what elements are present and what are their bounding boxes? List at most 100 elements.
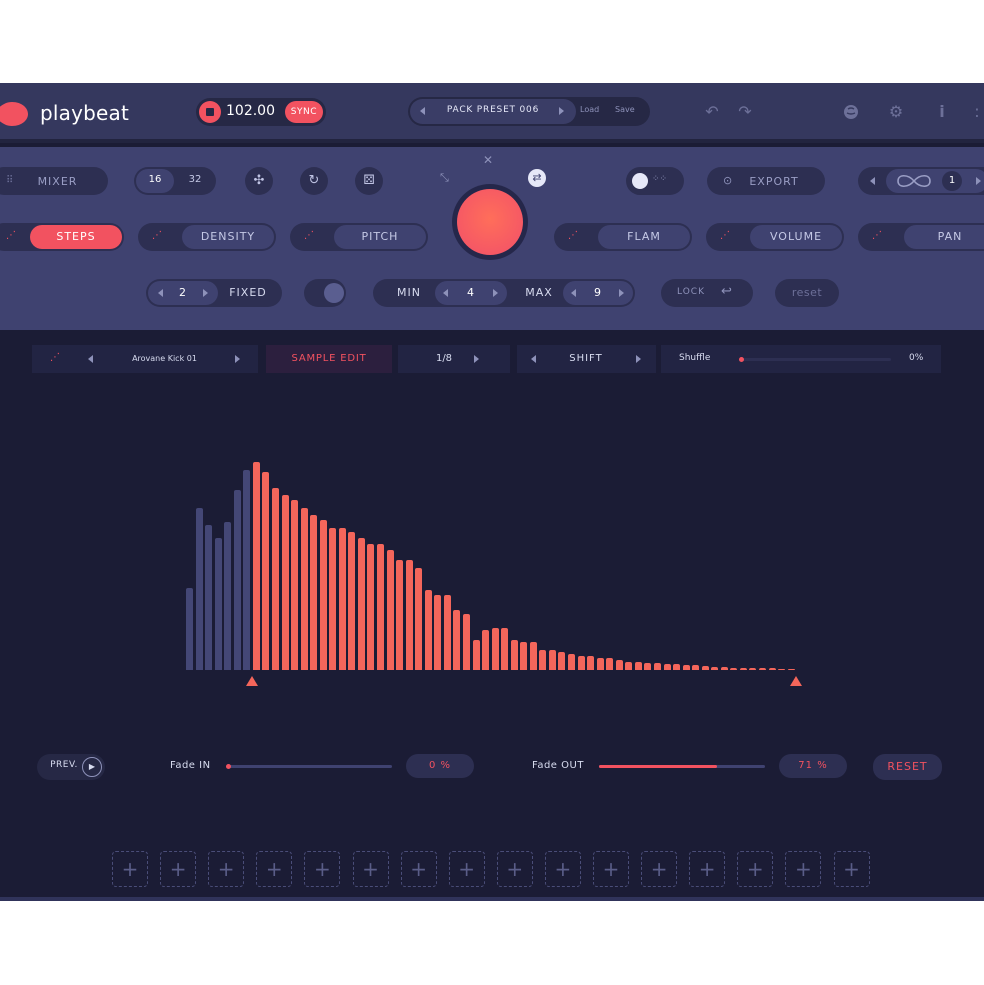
sample-slot[interactable]: + [544, 851, 581, 887]
steps-32-button[interactable]: 32 [176, 174, 214, 185]
fixed-dec-icon[interactable] [158, 289, 163, 297]
preview-button[interactable]: PREV. ▶ [37, 754, 105, 780]
shuffle-slider[interactable] [739, 357, 891, 362]
loop-count[interactable]: 1 [942, 171, 962, 191]
sample-slot[interactable]: + [737, 851, 774, 887]
fade-in-value[interactable]: 0 % [406, 754, 474, 778]
end-marker[interactable] [790, 676, 802, 686]
more-icon[interactable]: : [968, 103, 984, 121]
fixed-value[interactable]: 2 [168, 286, 198, 299]
division-selector[interactable]: 1/8 [398, 345, 510, 373]
export-button[interactable]: ⊙ EXPORT [707, 167, 825, 195]
dots-toggle[interactable]: ⁘⁘ [626, 167, 684, 195]
sample-slot[interactable]: + [400, 851, 437, 887]
param-steps[interactable]: ⋰ STEPS [0, 223, 124, 251]
info-icon[interactable]: i [933, 103, 951, 121]
start-marker[interactable] [246, 676, 258, 686]
sample-name[interactable]: Arovane Kick 01 [102, 354, 227, 363]
param-density[interactable]: ⋰ DENSITY [138, 223, 276, 251]
sample-slot[interactable]: + [448, 851, 485, 887]
top-bar: playbeat 102.00 SYNC PACK PRESET 006 Loa… [0, 83, 984, 143]
fixed-inc-icon[interactable] [203, 289, 208, 297]
waveform-bar-active [291, 500, 299, 670]
undo-icon[interactable]: ↶ [703, 103, 721, 121]
min-inc-icon[interactable] [493, 289, 498, 297]
sample-prev-icon[interactable] [88, 355, 93, 363]
param-pitch[interactable]: ⋰ PITCH [290, 223, 428, 251]
sync-button[interactable]: SYNC [284, 101, 323, 123]
mixer-button[interactable]: ⠿ MIXER [0, 167, 108, 195]
max-dec-icon[interactable] [571, 289, 576, 297]
shrink-icon[interactable]: ⤡ [440, 171, 449, 185]
sample-next-icon[interactable] [235, 355, 240, 363]
waveform-bar-dim [205, 525, 213, 670]
fixed-label[interactable]: FIXED [222, 286, 274, 299]
density-fill: DENSITY [182, 225, 274, 249]
param-volume[interactable]: ⋰ VOLUME [706, 223, 844, 251]
loop-prev-icon[interactable] [870, 177, 875, 185]
sample-slot[interactable]: + [304, 851, 341, 887]
minmax-toggle[interactable] [304, 279, 346, 307]
refresh-icon[interactable]: ↻ [300, 167, 328, 195]
pattern-icon[interactable]: ✣ [245, 167, 273, 195]
shift-right-icon[interactable] [636, 355, 641, 363]
fade-in-slider[interactable] [226, 764, 392, 769]
fade-out-label: Fade OUT [532, 760, 584, 771]
stop-button[interactable] [199, 101, 221, 123]
sample-slot[interactable]: + [112, 851, 148, 887]
reset-steps-label: reset [791, 286, 823, 299]
brain-icon[interactable] [842, 103, 860, 121]
preset-next-icon[interactable] [559, 107, 564, 115]
min-dec-icon[interactable] [443, 289, 448, 297]
save-button[interactable]: Save [615, 105, 635, 114]
preset-name[interactable]: PACK PRESET 006 [410, 105, 576, 115]
fade-out-slider[interactable] [599, 765, 765, 768]
sample-slot[interactable]: + [208, 851, 245, 887]
max-label: MAX [525, 286, 553, 299]
fade-out-value[interactable]: 71 % [779, 754, 847, 778]
lock-button[interactable]: LOCK ↩ [661, 279, 753, 307]
waveform-bar-active [558, 652, 566, 670]
shift-left-icon[interactable] [531, 355, 536, 363]
pitch-label: PITCH [361, 230, 399, 243]
sample-slot[interactable]: + [593, 851, 629, 887]
sample-slot[interactable]: + [496, 851, 533, 887]
division-next-icon[interactable] [474, 355, 479, 363]
redo-icon[interactable]: ↷ [736, 103, 754, 121]
sample-slot[interactable]: + [785, 851, 822, 887]
waveform-bar-active [587, 656, 595, 670]
sample-edit-button[interactable]: SAMPLE EDIT [266, 345, 392, 373]
sample-slot[interactable]: + [689, 851, 726, 887]
min-value[interactable]: 4 [455, 286, 487, 299]
loop-next-icon[interactable] [976, 177, 981, 185]
waveform-bar-dim [243, 470, 251, 670]
sample-slot[interactable]: + [256, 851, 293, 887]
max-inc-icon[interactable] [619, 289, 624, 297]
sample-slot[interactable]: + [160, 851, 197, 887]
load-button[interactable]: Load [580, 105, 599, 114]
reset-steps-button[interactable]: reset [775, 279, 839, 307]
steps-16-button[interactable]: 16 [136, 169, 174, 193]
dice-icon[interactable]: ⚄ [355, 167, 383, 195]
max-value[interactable]: 9 [583, 286, 613, 299]
waveform-bar-active [730, 668, 738, 670]
waveform-bar-active [319, 520, 327, 670]
main-knob[interactable] [457, 189, 523, 255]
param-flam[interactable]: ⋰ FLAM [554, 223, 692, 251]
waveform-editor[interactable] [0, 373, 984, 703]
cross-icon[interactable]: ✕ [483, 153, 493, 167]
randomize-icon[interactable]: ⇄ [528, 169, 546, 187]
waveform-bar-active [501, 628, 509, 670]
waveform-bar-active [720, 667, 728, 670]
preset-name-pill: PACK PRESET 006 [410, 99, 576, 124]
bpm-value[interactable]: 102.00 [226, 103, 275, 119]
shuffle-slider-knob[interactable] [739, 357, 744, 362]
sample-slot[interactable]: + [833, 851, 870, 887]
param-pan[interactable]: ⋰ PAN [858, 223, 984, 251]
waveform-bar-active [577, 656, 585, 670]
fade-reset-button[interactable]: RESET [873, 754, 942, 780]
sample-slot[interactable]: + [641, 851, 678, 887]
fade-in-slider-knob[interactable] [226, 764, 231, 769]
sample-slot[interactable]: + [352, 851, 389, 887]
settings-icon[interactable]: ⚙ [887, 103, 905, 121]
